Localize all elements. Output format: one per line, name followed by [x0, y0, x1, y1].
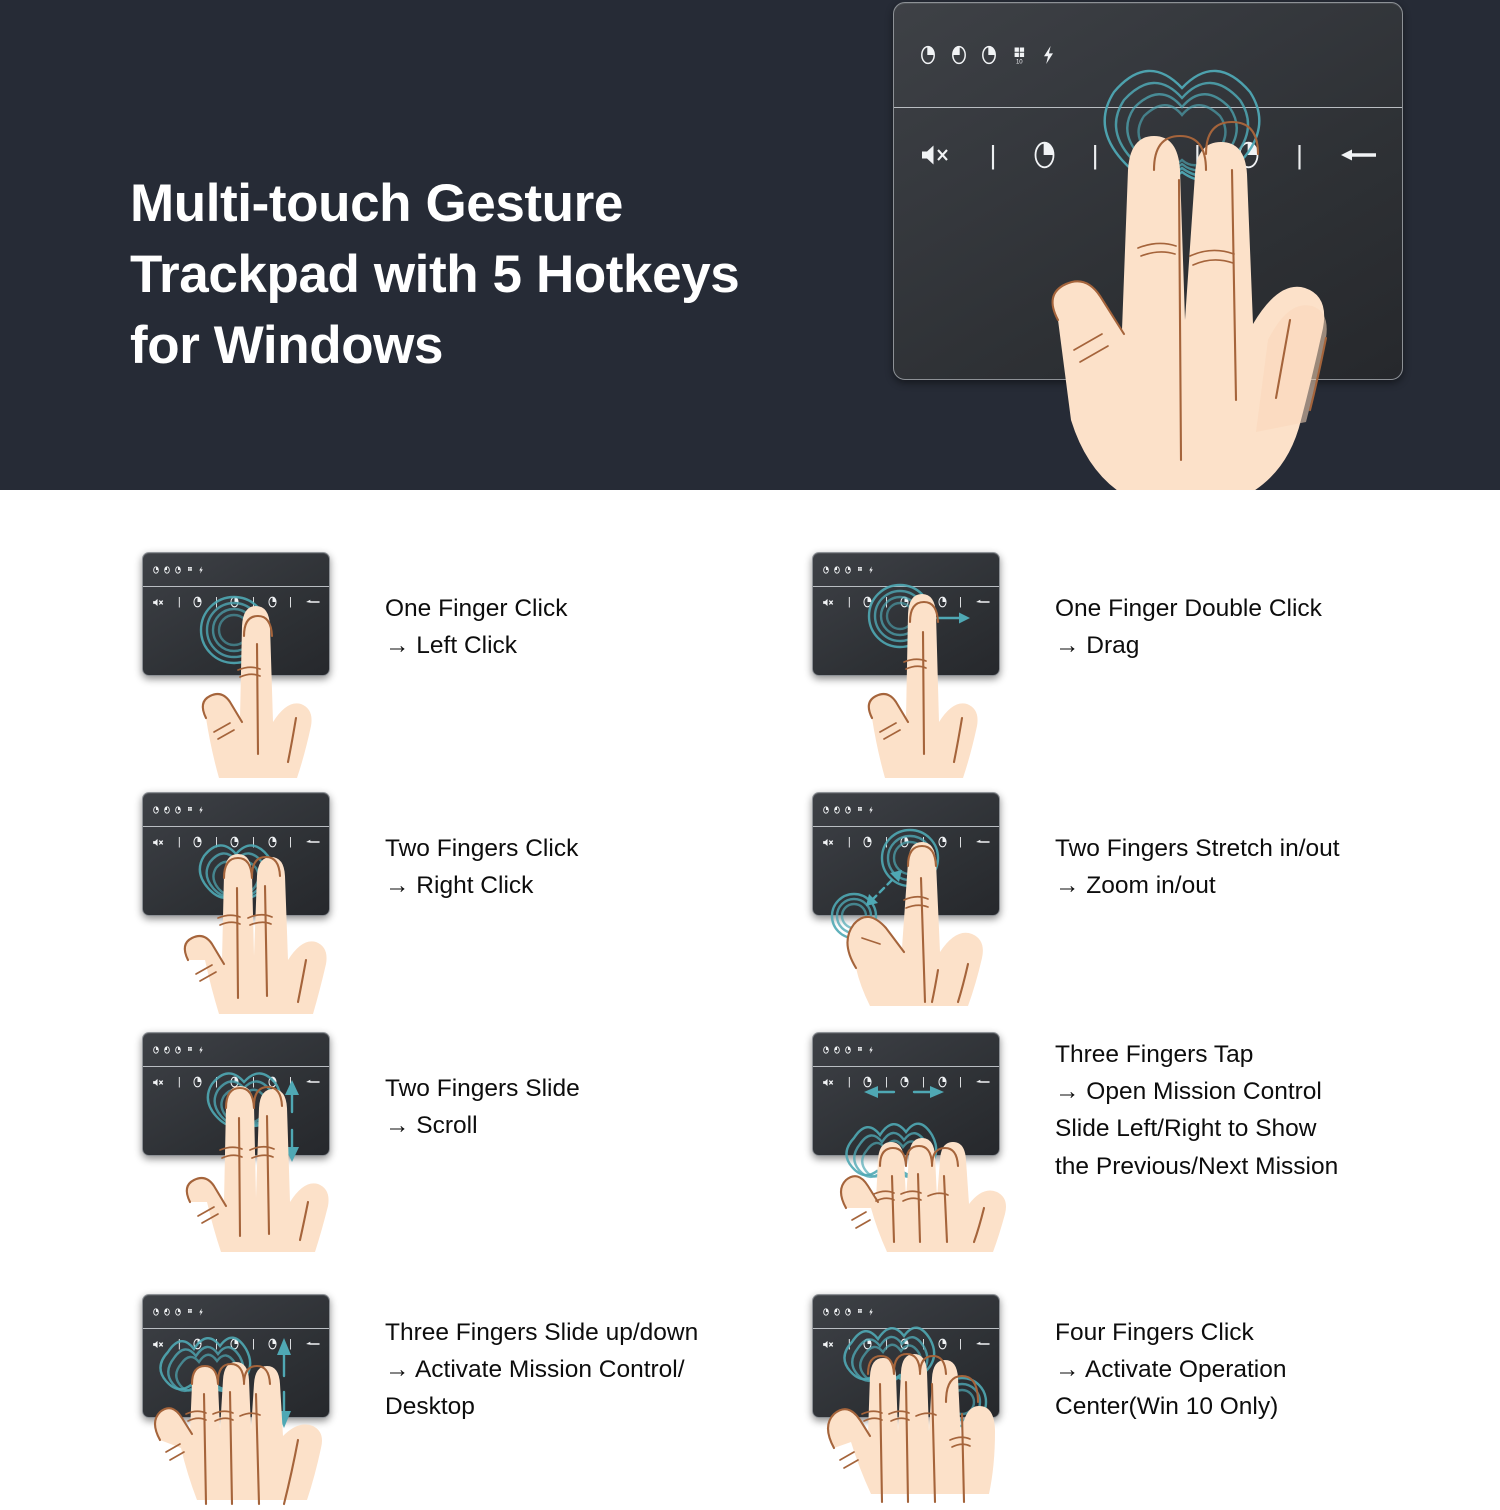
hero-banner: Multi-touch Gesture Trackpad with 5 Hotk… — [0, 0, 1500, 490]
gesture-card-one-finger-double-click: | | | | — [810, 538, 1470, 778]
two-finger-slide-hand — [185, 1072, 329, 1252]
gesture-card-four-fingers-click: | | | | Four Fingers Click → Activate Op… — [810, 1280, 1470, 1510]
gesture-label: Three Fingers Slide up/down → Activate M… — [385, 1319, 699, 1421]
gesture-label: Two Fingers Stretch in/out → Zoom in/out — [1055, 835, 1340, 900]
page-title: Multi-touch Gesture Trackpad with 5 Hotk… — [130, 174, 740, 376]
gesture-label: One Finger Click → Left Click — [385, 595, 568, 660]
three-finger-slide-hand — [153, 1336, 322, 1506]
gesture-label: Three Fingers Tap → Open Mission Control… — [1055, 1041, 1339, 1180]
two-finger-pinch-hand — [830, 828, 983, 1006]
one-finger-click-illustration: | | | | — [140, 538, 365, 778]
four-finger-hand — [826, 1326, 995, 1504]
pinch-dashed-arrow — [866, 870, 902, 906]
one-finger-hand — [199, 595, 312, 778]
two-finger-hand-illustration — [1051, 69, 1328, 490]
three-fingers-tap-illustration: | | | | — [810, 1018, 1035, 1252]
one-finger-double-click-illustration: | | | | — [810, 538, 1035, 778]
gesture-grid: | | | | One Finger Click → Left Click | … — [0, 490, 1500, 1506]
two-fingers-click-illustration: | | | | — [140, 778, 365, 1014]
two-finger-hand — [183, 844, 327, 1014]
gesture-label: Four Fingers Click → Activate Operation … — [1055, 1319, 1287, 1421]
gesture-card-one-finger-click: | | | | One Finger Click → Left Click — [140, 538, 800, 778]
gesture-label: Two Fingers Slide → Scroll — [385, 1075, 580, 1140]
mouse-icon — [921, 45, 936, 65]
three-finger-hand — [839, 1086, 1006, 1252]
three-fingers-slide-illustration: | | | | — [140, 1280, 365, 1506]
drag-right-arrow — [935, 612, 970, 624]
slide-left-right-arrows — [864, 1086, 944, 1098]
two-fingers-stretch-illustration: | | | | — [810, 778, 1035, 1006]
four-fingers-click-illustration: | | | | — [810, 1280, 1035, 1505]
hero-trackpad-device: 10 | | | | — [893, 2, 1403, 490]
gesture-card-two-fingers-click: | | | | Two Fingers Click → Right Click — [140, 778, 800, 1014]
gesture-card-two-fingers-stretch: | | | | — [810, 778, 1470, 1008]
gesture-card-three-fingers-tap: | | | | Three Fingers Tap → Open Mission… — [810, 1018, 1470, 1252]
gesture-label: Two Fingers Click → Right Click — [385, 835, 579, 900]
gesture-label: One Finger Double Click → Drag — [1055, 595, 1322, 660]
gesture-card-three-fingers-slide: | | | | Three Fingers Slide up/down → Ac… — [140, 1280, 800, 1510]
gesture-card-two-fingers-slide: | | | | Two Fingers Slide → Scroll — [140, 1018, 800, 1252]
one-finger-hand — [867, 583, 978, 778]
two-fingers-slide-illustration: | | | | — [140, 1018, 365, 1252]
